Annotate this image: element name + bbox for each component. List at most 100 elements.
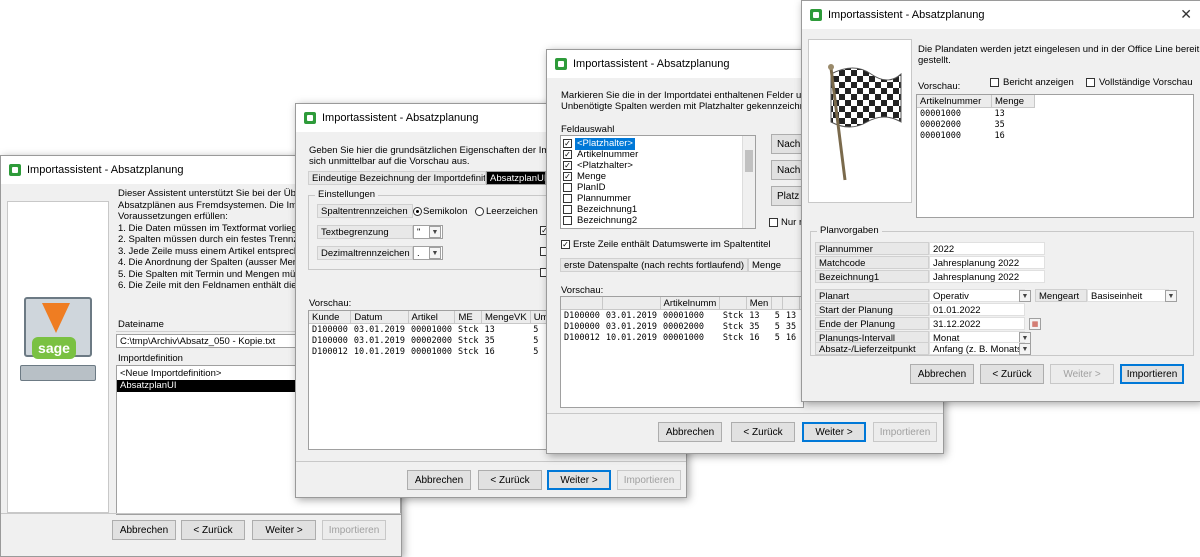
- column-header[interactable]: [782, 297, 800, 310]
- chevron-down-icon[interactable]: ▼: [1165, 290, 1177, 302]
- intro-line: Unbenötigte Spalten werden mit Platzhalt…: [561, 101, 826, 112]
- bez1-field[interactable]: Jahresplanung 2022: [929, 270, 1045, 283]
- spaltentrenn-label: Spaltentrennzeichen: [317, 204, 413, 218]
- list-item[interactable]: ✓ <Platzhalter>: [563, 138, 741, 150]
- column-header[interactable]: [561, 297, 604, 310]
- semikolon-radio[interactable]: [413, 207, 422, 216]
- erste-zeile-checkbox[interactable]: ✓: [561, 240, 570, 249]
- field-checkbox[interactable]: [563, 194, 572, 203]
- back-button[interactable]: < Zurück: [478, 470, 542, 490]
- app-icon: [555, 58, 567, 70]
- table-cell: Stck: [457, 324, 479, 335]
- ende-field[interactable]: 31.12.2022: [929, 317, 1025, 330]
- column-header[interactable]: Artikelnumm: [660, 297, 721, 310]
- absatz-field[interactable]: Anfang (z. B. Monats: [929, 342, 1025, 355]
- nur-checkbox[interactable]: [769, 218, 778, 227]
- app-icon: [9, 164, 21, 176]
- table-cell: 5: [774, 310, 780, 321]
- import-button[interactable]: Importieren: [617, 470, 681, 490]
- field-list[interactable]: ✓ <Platzhalter> ✓ Artikelnummer ✓ <Platz…: [560, 135, 756, 229]
- list-item[interactable]: <Neue Importdefinition>: [120, 368, 221, 380]
- chevron-down-icon[interactable]: ▼: [429, 226, 441, 238]
- column-header[interactable]: [771, 297, 784, 310]
- field-checkbox[interactable]: ✓: [563, 161, 572, 170]
- list-item[interactable]: Bezeichnung1: [563, 204, 741, 215]
- bezeichnung-field[interactable]: AbsatzplanUI: [486, 171, 546, 185]
- list-item[interactable]: Bezeichnung2: [563, 215, 741, 226]
- next-button[interactable]: Weiter >: [802, 422, 866, 442]
- leerzeichen-radio[interactable]: [475, 207, 484, 216]
- cancel-button[interactable]: Abbrechen: [658, 422, 722, 442]
- table-cell: 16: [484, 346, 495, 357]
- chevron-down-icon[interactable]: ▼: [1019, 343, 1031, 355]
- chevron-down-icon[interactable]: ▼: [429, 247, 441, 259]
- cancel-button[interactable]: Abbrechen: [112, 520, 176, 540]
- column-header[interactable]: Kunde: [309, 311, 352, 324]
- matchcode-field[interactable]: Jahresplanung 2022: [929, 256, 1045, 269]
- table-cell: 13: [484, 324, 495, 335]
- field-checkbox[interactable]: [563, 183, 572, 192]
- dezimal-label: Dezimaltrennzeichen: [317, 246, 413, 260]
- calendar-icon[interactable]: ▦: [1029, 318, 1041, 330]
- table-cell: 00001000: [411, 324, 452, 335]
- table-cell: 10.01.2019: [353, 346, 406, 357]
- column-header[interactable]: ME: [454, 311, 482, 324]
- list-item[interactable]: PlanID: [563, 182, 741, 193]
- window-title: Importassistent - Absatzplanung: [322, 112, 479, 124]
- list-item[interactable]: Plannummer: [563, 193, 741, 204]
- column-header[interactable]: Menge: [991, 95, 1035, 108]
- list-item[interactable]: ✓ Menge: [563, 171, 741, 182]
- vorschau-label: Vorschau:: [918, 81, 961, 92]
- window-title: Importassistent - Absatzplanung: [573, 58, 730, 70]
- next-button[interactable]: Weiter >: [547, 470, 611, 490]
- column-header[interactable]: MengeVK: [481, 311, 531, 324]
- preview-grid[interactable]: Kunde Datum Artikel ME MengeVK Umrech D1…: [308, 310, 548, 450]
- next-button[interactable]: Weiter >: [1050, 364, 1114, 384]
- mengeart-field[interactable]: Basiseinheit: [1087, 289, 1169, 302]
- import-button[interactable]: Importieren: [1120, 364, 1184, 384]
- column-header[interactable]: Datum: [350, 311, 409, 324]
- table-row: 00001000 13: [917, 108, 1035, 120]
- list-item[interactable]: ✓ <Platzhalter>: [563, 160, 741, 171]
- field-checkbox[interactable]: [563, 216, 572, 225]
- table-cell: 00002000: [411, 335, 452, 346]
- field-checkbox[interactable]: ✓: [563, 150, 572, 159]
- vollst-checkbox[interactable]: [1086, 78, 1095, 87]
- table-cell: 00001000: [663, 310, 704, 321]
- column-header[interactable]: Men: [746, 297, 773, 310]
- table-cell: 16: [994, 130, 1005, 141]
- close-icon[interactable]: ✕: [1180, 6, 1192, 23]
- intro-line: Geben Sie hier die grundsätzlichen Eigen…: [309, 145, 571, 156]
- table-cell: 35: [994, 119, 1005, 130]
- preview-grid[interactable]: Artikelnummer Menge 00001000 13 00002000 3…: [916, 94, 1194, 218]
- column-header[interactable]: Artikel: [408, 311, 456, 324]
- import-button[interactable]: Importieren: [322, 520, 386, 540]
- field-checkbox[interactable]: [563, 205, 572, 214]
- preview-grid[interactable]: Artikelnumm Men D100000 03.01.2019 0000100…: [560, 296, 804, 408]
- column-header[interactable]: Artikelnummer: [917, 95, 992, 108]
- import-button[interactable]: Importieren: [873, 422, 937, 442]
- scrollbar[interactable]: [742, 136, 755, 228]
- next-button[interactable]: Weiter >: [252, 520, 316, 540]
- bericht-checkbox[interactable]: [990, 78, 999, 87]
- field-checkbox[interactable]: ✓: [563, 139, 572, 148]
- cancel-button[interactable]: Abbrechen: [910, 364, 974, 384]
- table-cell: D100012: [312, 346, 348, 357]
- back-button[interactable]: < Zurück: [980, 364, 1044, 384]
- checkered-flag-icon: [828, 64, 902, 181]
- start-field[interactable]: 01.01.2022: [929, 303, 1025, 316]
- list-item[interactable]: ✓ Artikelnummer: [563, 149, 741, 160]
- planart-field[interactable]: Operativ: [929, 289, 1025, 302]
- cancel-button[interactable]: Abbrechen: [407, 470, 471, 490]
- table-cell: 5: [774, 321, 780, 332]
- column-header[interactable]: [719, 297, 747, 310]
- scrollbar-thumb[interactable]: [745, 150, 753, 172]
- back-button[interactable]: < Zurück: [181, 520, 245, 540]
- field-checkbox[interactable]: ✓: [563, 172, 572, 181]
- chevron-down-icon[interactable]: ▼: [1019, 290, 1031, 302]
- back-button[interactable]: < Zurück: [731, 422, 795, 442]
- field-label: Menge: [577, 171, 607, 182]
- wizard-window-4: Importassistent - Absatzplanung ✕ Die Pl…: [801, 0, 1200, 402]
- column-header[interactable]: [602, 297, 661, 310]
- plannummer-field[interactable]: 2022: [929, 242, 1045, 255]
